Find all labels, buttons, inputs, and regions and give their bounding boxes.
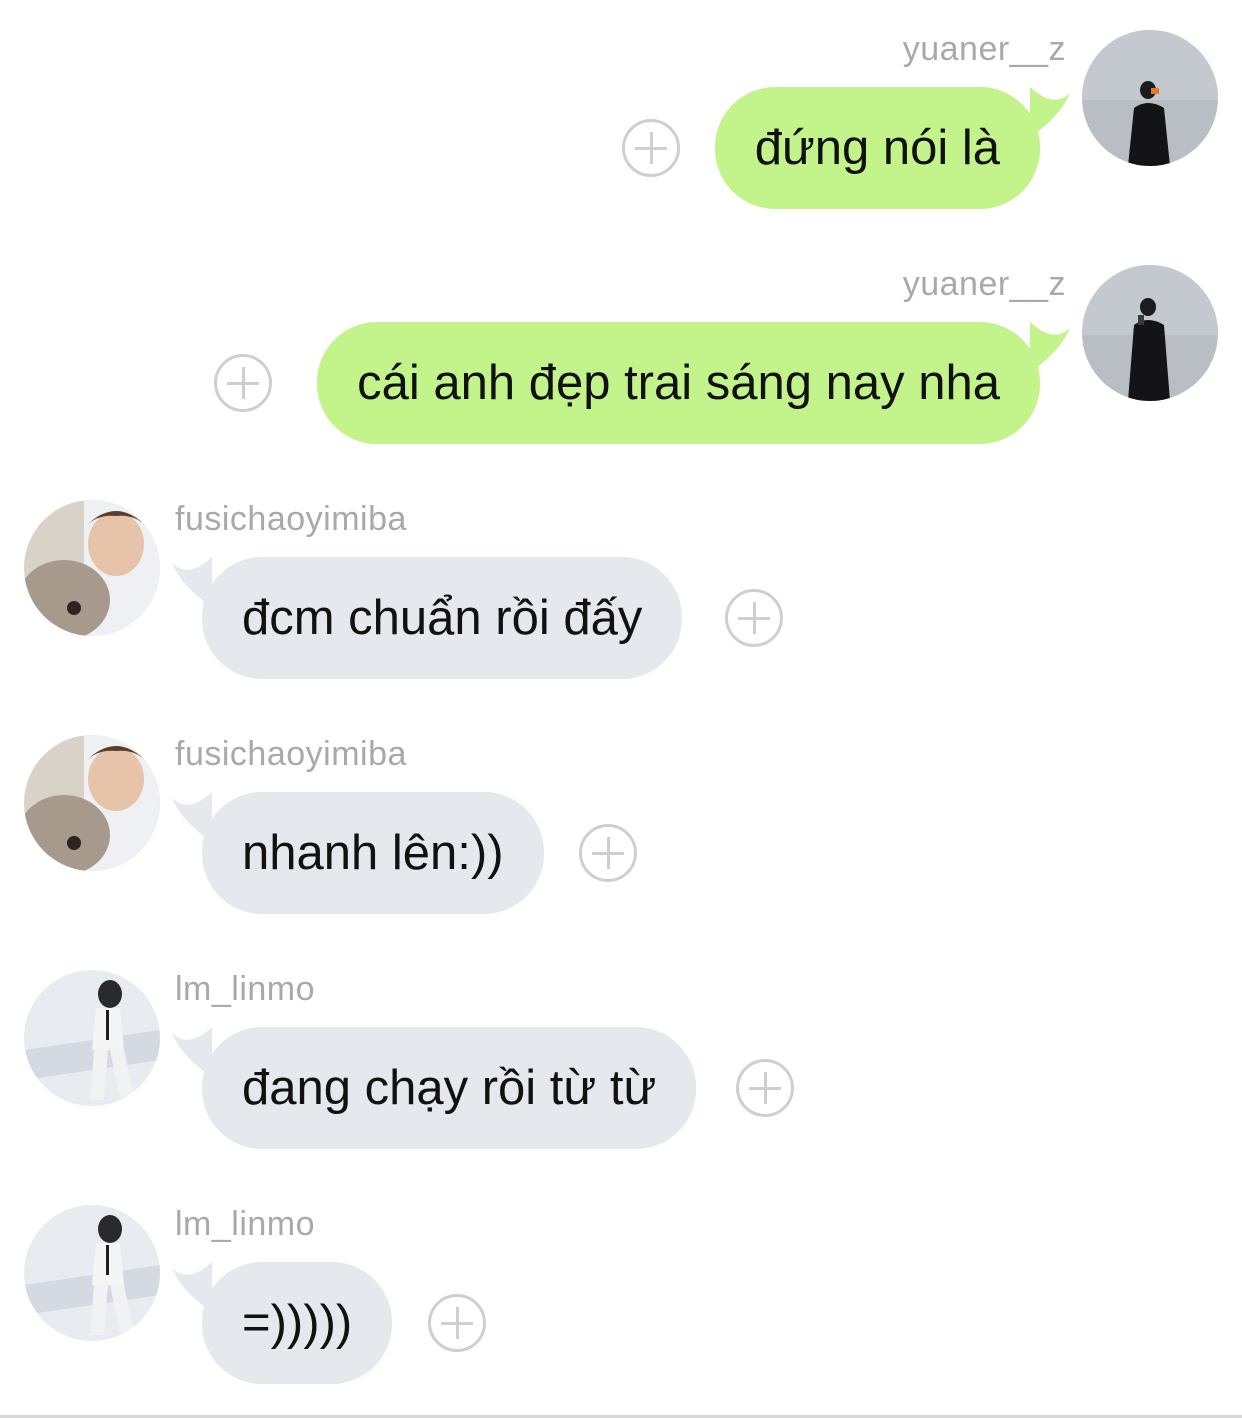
avatar[interactable] [24,735,160,871]
plus-circle-icon[interactable] [725,589,783,647]
avatar[interactable] [24,970,160,1106]
sender-username[interactable]: yuaner__z [903,30,1066,69]
sender-username[interactable]: yuaner__z [903,265,1066,304]
message-row: yuaner__z cái anh đẹp trai sáng nay nha [0,265,1242,465]
plus-circle-icon[interactable] [428,1294,486,1352]
message-bubble[interactable]: nhanh lên:)) [202,792,544,914]
message-bubble[interactable]: đang chạy rồi từ từ [202,1027,697,1149]
sender-username[interactable]: lm_linmo [175,1205,315,1244]
message-bubble[interactable]: đcm chuẩn rồi đấy [202,557,683,679]
message-bubble[interactable]: =))))) [202,1262,393,1384]
message-row: yuaner__z đứng nói là [0,30,1242,230]
avatar[interactable] [1082,30,1218,166]
message-row: fusichaoyimiba nhanh lên:)) [0,735,1242,935]
sender-username[interactable]: fusichaoyimiba [175,500,407,539]
plus-circle-icon[interactable] [579,824,637,882]
message-bubble[interactable]: đứng nói là [714,87,1040,209]
plus-circle-icon[interactable] [214,354,272,412]
avatar[interactable] [24,500,160,636]
message-row: lm_linmo =))))) [0,1205,1242,1405]
message-row: fusichaoyimiba đcm chuẩn rồi đấy [0,500,1242,700]
message-bubble[interactable]: cái anh đẹp trai sáng nay nha [317,322,1040,444]
avatar[interactable] [1082,265,1218,401]
plus-circle-icon[interactable] [736,1059,794,1117]
sender-username[interactable]: fusichaoyimiba [175,735,407,774]
sender-username[interactable]: lm_linmo [175,970,315,1009]
message-row: lm_linmo đang chạy rồi từ từ [0,970,1242,1170]
plus-circle-icon[interactable] [622,119,680,177]
avatar[interactable] [24,1205,160,1341]
